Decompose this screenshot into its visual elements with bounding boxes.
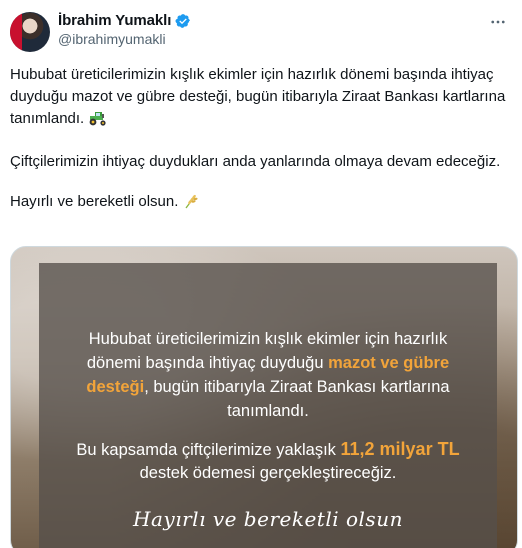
tweet-body: Hububat üreticilerimizin kışlık ekimler … xyxy=(10,64,510,216)
tweet-paragraph-2: Çiftçilerimizin ihtiyaç duydukları anda … xyxy=(10,153,501,170)
tweet-paragraph-3: Hayırlı ve bereketli olsun. xyxy=(10,191,510,216)
tweet-header: İbrahim Yumaklı @ibrahimyumakli xyxy=(0,0,522,56)
verified-badge-icon xyxy=(175,13,191,29)
media-line-4: tanımlandı. xyxy=(227,402,309,420)
tweet-media-image[interactable]: Hububat üreticilerimizin kışlık ekimler … xyxy=(10,246,518,548)
more-options-icon[interactable] xyxy=(488,12,508,32)
media-line-5: Bu kapsamda çiftçilerimize yaklaşık 11,2… xyxy=(39,437,497,462)
media-line-1: Hububat üreticilerimizin kışlık ekimler … xyxy=(88,330,448,348)
author-handle[interactable]: @ibrahimyumakli xyxy=(58,31,166,47)
author-name[interactable]: İbrahim Yumaklı xyxy=(58,12,171,29)
tweet-paragraph-3-text: Hayırlı ve bereketli olsun. xyxy=(10,193,179,210)
tweet-paragraph-1-text: Hububat üreticilerimizin kışlık ekimler … xyxy=(10,66,506,127)
media-line-3-text: , bugün itibarıyla Ziraat Bankası kartla… xyxy=(144,378,450,396)
media-highlight-destegi: desteği xyxy=(86,378,145,396)
media-signature: Hayırlı ve bereketli olsun xyxy=(133,507,403,531)
tractor-icon xyxy=(88,110,108,133)
media-line-2: dönemi başında ihtiyaç duyduğu mazot ve … xyxy=(39,351,497,375)
media-highlight-amount: 11,2 milyar TL xyxy=(340,439,460,459)
media-line-5-text: Bu kapsamda çiftçilerimize yaklaşık xyxy=(76,441,341,459)
tweet-paragraph-1: Hububat üreticilerimizin kışlık ekimler … xyxy=(10,64,510,133)
author-name-row: İbrahim Yumaklı xyxy=(58,12,191,29)
media-line-2-text: dönemi başında ihtiyaç duyduğu xyxy=(86,354,329,372)
author-avatar[interactable] xyxy=(10,12,50,52)
wheat-icon xyxy=(183,193,199,216)
media-line-3: desteği, bugün itibarıyla Ziraat Bankası… xyxy=(39,375,497,399)
media-highlight-mazot: mazot ve gübre xyxy=(328,354,450,372)
media-line-6: destek ödemesi gerçekleştireceğiz. xyxy=(139,464,397,482)
